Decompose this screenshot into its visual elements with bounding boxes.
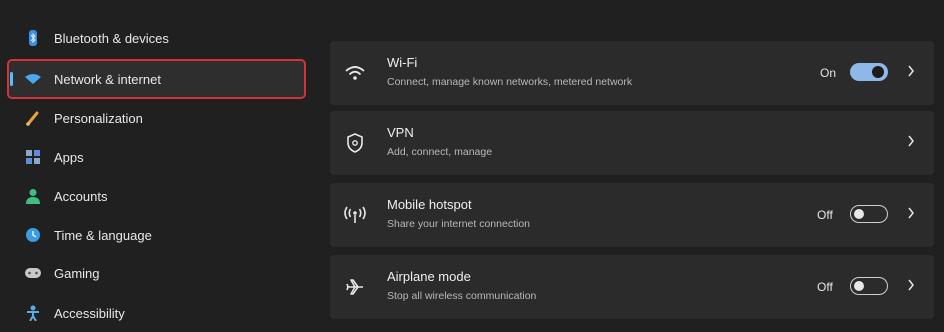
sidebar-item-label: Apps — [54, 149, 84, 165]
hotspot-icon — [344, 204, 366, 226]
sidebar-item-label: Time & language — [54, 227, 152, 243]
shield-icon — [344, 132, 366, 154]
hotspot-toggle[interactable] — [850, 205, 888, 223]
wifi-icon — [344, 62, 366, 84]
accessibility-icon — [24, 304, 42, 322]
sidebar-item-label: Accounts — [54, 188, 108, 204]
network-icon — [24, 70, 42, 88]
globe-clock-icon — [24, 226, 42, 244]
sidebar-item-time-language[interactable]: Time & language — [8, 216, 305, 254]
card-subtitle: Connect, manage known networks, metered … — [387, 76, 633, 88]
brush-icon — [24, 109, 42, 127]
card-title: VPN — [387, 125, 414, 140]
sidebar-item-personalization[interactable]: Personalization — [8, 99, 305, 137]
chevron-right-icon[interactable] — [904, 131, 918, 151]
apps-icon — [24, 148, 42, 166]
controller-icon — [24, 264, 42, 282]
settings-sidebar: Bluetooth & devices Network & internet P… — [0, 0, 318, 325]
airplane-state-label: Off — [817, 280, 833, 294]
wifi-state-label: On — [820, 66, 837, 80]
card-title: Wi-Fi — [387, 55, 418, 70]
sidebar-item-label: Network & internet — [54, 71, 161, 87]
selection-indicator — [10, 72, 13, 86]
chevron-right-icon[interactable] — [904, 275, 918, 295]
card-title: Mobile hotspot — [387, 197, 472, 212]
sidebar-item-accessibility[interactable]: Accessibility — [8, 294, 305, 332]
airplane-toggle[interactable] — [850, 277, 888, 295]
airplane-icon — [344, 276, 366, 298]
card-subtitle: Stop all wireless communication — [387, 290, 537, 302]
sidebar-item-bluetooth[interactable]: Bluetooth & devices — [8, 19, 305, 57]
sidebar-item-network[interactable]: Network & internet — [7, 59, 306, 99]
sidebar-item-accounts[interactable]: Accounts — [8, 177, 305, 215]
card-mobile-hotspot[interactable]: Mobile hotspot Share your internet conne… — [330, 183, 934, 247]
bluetooth-icon — [24, 29, 42, 47]
chevron-right-icon[interactable] — [904, 61, 918, 81]
sidebar-item-label: Personalization — [54, 110, 143, 126]
toggle-knob — [872, 66, 884, 78]
toggle-knob — [854, 208, 864, 219]
wifi-toggle[interactable] — [850, 63, 888, 81]
chevron-right-icon[interactable] — [904, 203, 918, 223]
card-wifi[interactable]: Wi-Fi Connect, manage known networks, me… — [330, 41, 934, 105]
sidebar-item-label: Accessibility — [54, 305, 125, 321]
toggle-knob — [854, 280, 864, 291]
hotspot-state-label: Off — [817, 208, 833, 222]
card-airplane-mode[interactable]: Airplane mode Stop all wireless communic… — [330, 255, 934, 319]
sidebar-item-apps[interactable]: Apps — [8, 138, 305, 176]
card-title: Airplane mode — [387, 269, 471, 284]
sidebar-item-label: Gaming — [54, 265, 100, 281]
card-subtitle: Add, connect, manage — [387, 146, 493, 158]
person-icon — [24, 187, 42, 205]
card-subtitle: Share your internet connection — [387, 218, 531, 230]
card-vpn[interactable]: VPN Add, connect, manage — [330, 111, 934, 175]
sidebar-item-label: Bluetooth & devices — [54, 30, 169, 46]
sidebar-item-gaming[interactable]: Gaming — [8, 254, 305, 292]
